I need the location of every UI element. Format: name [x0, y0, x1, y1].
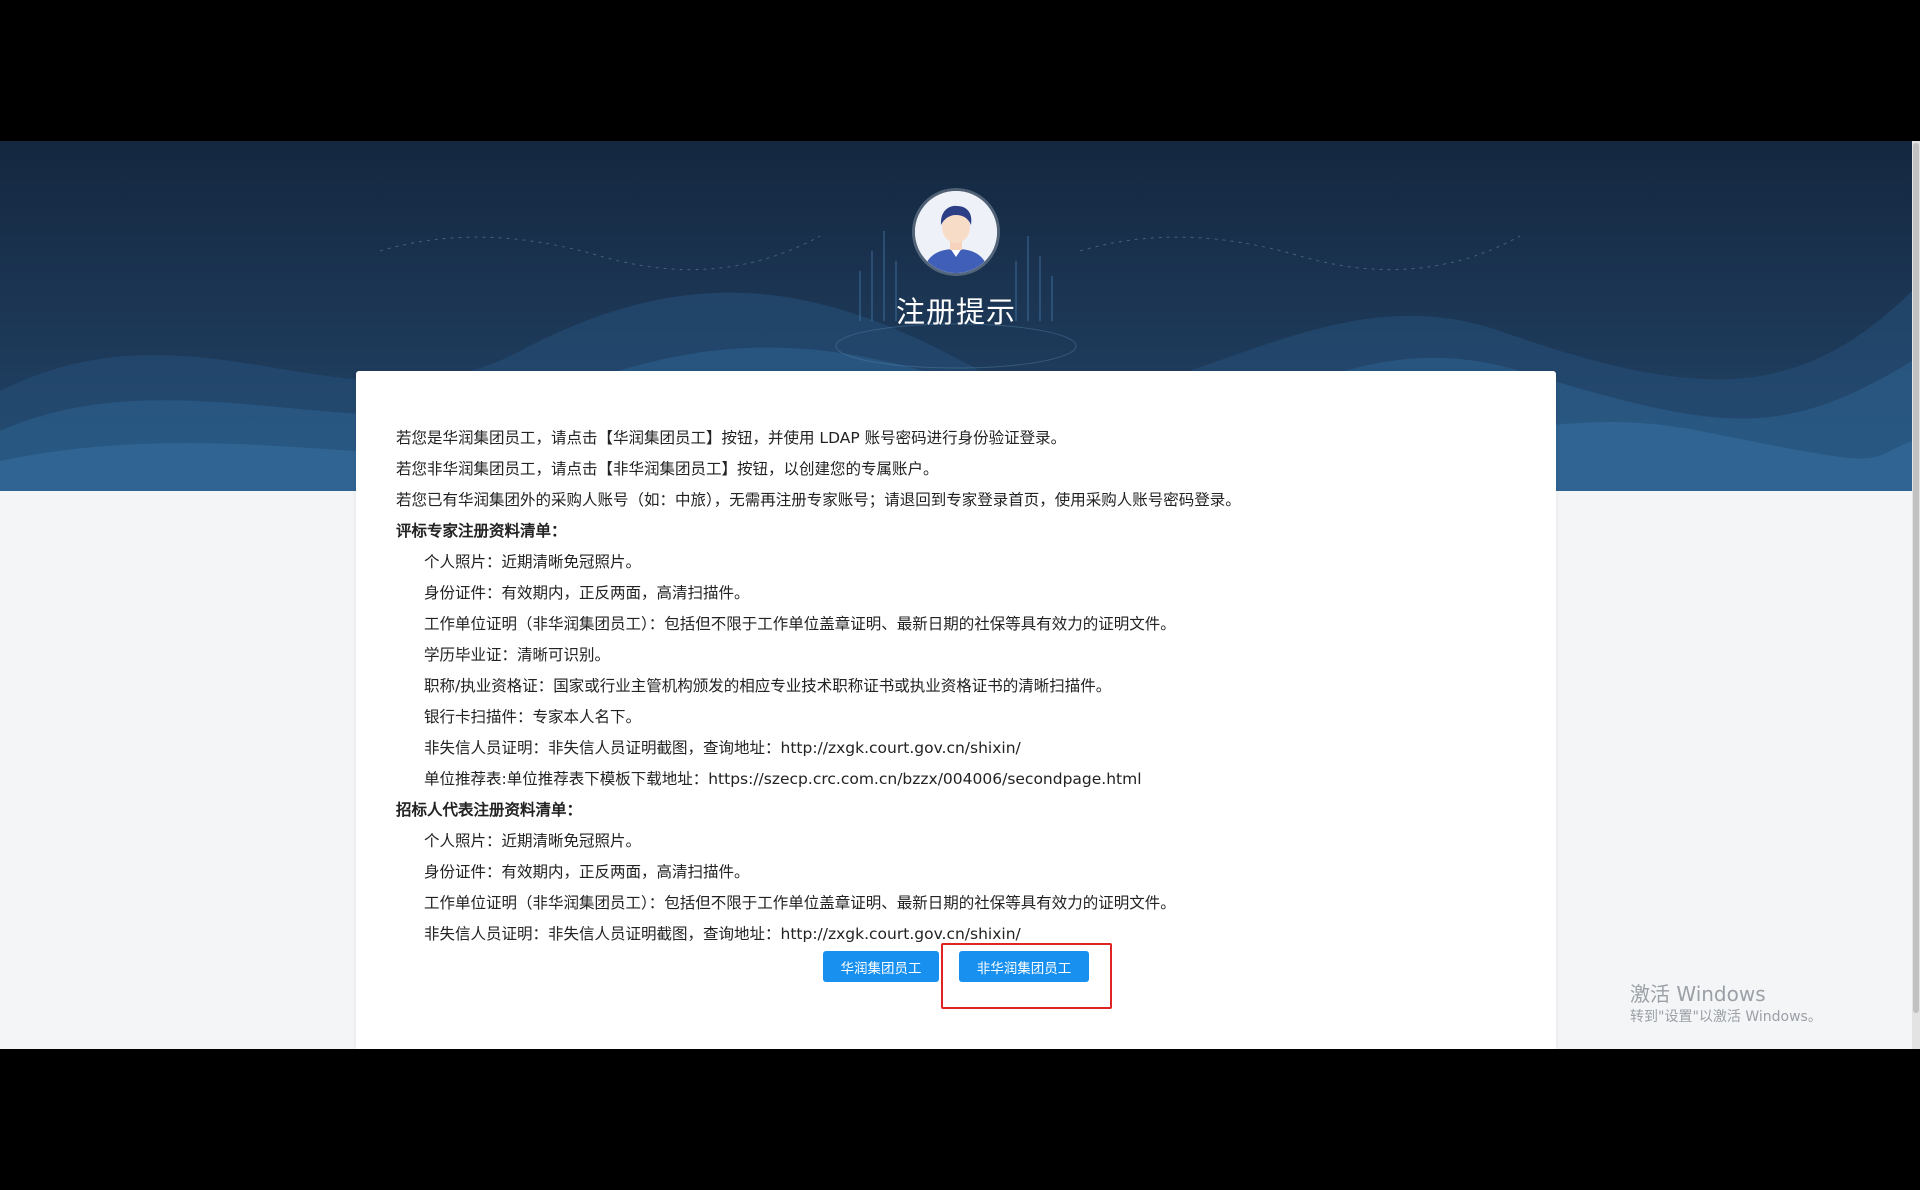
list-item: 银行卡扫描件：专家本人名下。 [424, 708, 642, 726]
browser-viewport: 注册提示 若您是华润集团员工，请点击【华润集团员工】按钮，并使用 LDAP 账号… [0, 141, 1920, 1049]
list-item: 职称/执业资格证：国家或行业主管机构颁发的相应专业技术职称证书或执业资格证书的清… [424, 677, 1112, 695]
list-item: 工作单位证明（非华润集团员工）：包括但不限于工作单位盖章证明、最新日期的社保等具… [424, 894, 1176, 912]
notice-line: 若您非华润集团员工，请点击【非华润集团员工】按钮，以创建您的专属账户。 [396, 460, 939, 478]
activation-title: 激活 Windows [1630, 982, 1766, 1006]
list-item: 个人照片：近期清晰免冠照片。 [424, 832, 642, 850]
list-item: 非失信人员证明：非失信人员证明截图，查询地址：http://zxgk.court… [424, 739, 1021, 757]
list-item: 个人照片：近期清晰免冠照片。 [424, 553, 642, 571]
notice-content: 若您是华润集团员工，请点击【华润集团员工】按钮，并使用 LDAP 账号密码进行身… [396, 423, 1536, 950]
list-item: 工作单位证明（非华润集团员工）：包括但不限于工作单位盖章证明、最新日期的社保等具… [424, 615, 1176, 633]
annotation-highlight-box [941, 943, 1112, 1009]
user-avatar-icon [915, 191, 997, 273]
list-item: 学历毕业证：清晰可识别。 [424, 646, 611, 664]
list-item: 单位推荐表:单位推荐表下模板下载地址：https://szecp.crc.com… [424, 770, 1142, 788]
list-item: 身份证件：有效期内，正反两面，高清扫描件。 [424, 584, 750, 602]
scrollbar-thumb[interactable] [1913, 143, 1919, 1013]
expert-section-heading: 评标专家注册资料清单： [396, 522, 567, 540]
windows-activation-watermark: 激活 Windows 转到"设置"以激活 Windows。 [1630, 981, 1822, 1027]
notice-line: 若您是华润集团员工，请点击【华润集团员工】按钮，并使用 LDAP 账号密码进行身… [396, 429, 1067, 447]
vertical-scrollbar[interactable] [1912, 141, 1920, 1049]
tenderer-section-heading: 招标人代表注册资料清单： [396, 801, 583, 819]
list-item: 身份证件：有效期内，正反两面，高清扫描件。 [424, 863, 750, 881]
notice-line: 若您已有华润集团外的采购人账号（如：中旅），无需再注册专家账号；请退回到专家登录… [396, 491, 1241, 509]
crc-employee-button[interactable]: 华润集团员工 [823, 951, 939, 982]
page-title: 注册提示 [895, 295, 1016, 329]
activation-subtitle: 转到"设置"以激活 Windows。 [1630, 1009, 1822, 1025]
